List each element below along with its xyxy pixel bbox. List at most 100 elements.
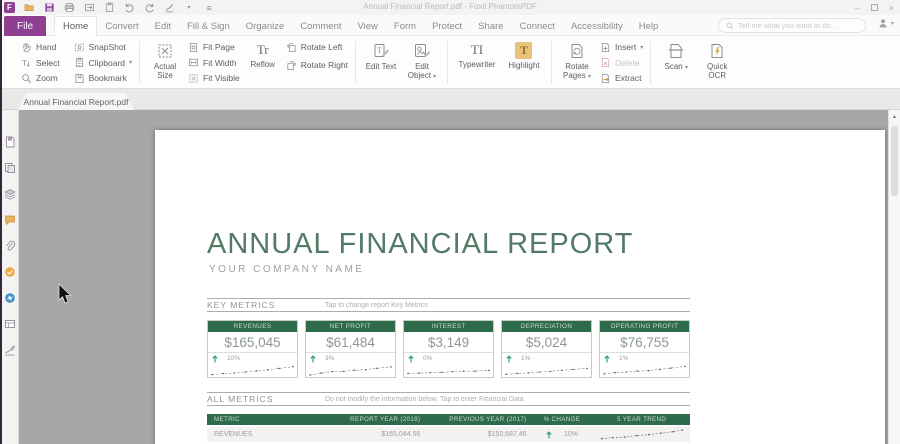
extract-pages-button[interactable]: Extract xyxy=(600,71,643,85)
clipboard-icon xyxy=(75,57,83,67)
chevron-down-icon: ▾ xyxy=(587,74,591,81)
row-metric: REVENUES xyxy=(214,431,253,438)
tab-fill-sign[interactable]: Fill & Sign xyxy=(179,16,238,36)
tab-home[interactable]: Home xyxy=(54,16,98,36)
attachments-panel-icon[interactable] xyxy=(4,240,16,252)
tab-view[interactable]: View xyxy=(350,16,386,36)
metric-cards: REVENUES $165,045 10% NET PROFIT $61,484… xyxy=(207,320,690,378)
metric-card-operating-profit[interactable]: OPERATING PROFIT $76,755 1% xyxy=(599,320,690,378)
scroll-up-button[interactable]: ▲ xyxy=(889,110,900,123)
quick-ocr-button[interactable]: Quick OCR xyxy=(699,39,735,86)
reflow-icon: Tr xyxy=(256,41,269,57)
metric-card-interest[interactable]: INTEREST $3,149 0% xyxy=(403,320,494,378)
insert-pages-button[interactable]: Insert ▾ xyxy=(600,40,643,54)
snapshot-icon xyxy=(74,43,84,51)
card-change: 3% xyxy=(325,355,335,362)
tab-edit[interactable]: Edit xyxy=(147,16,179,36)
ribbon-group-comment: TI Typewriter T Highlight xyxy=(448,39,551,86)
snapshot-button[interactable]: SnapShot xyxy=(74,40,132,54)
card-title: NET PROFIT xyxy=(306,321,395,332)
tab-comment[interactable]: Comment xyxy=(292,16,349,36)
table-header-row: METRIC REPORT YEAR (2018) PREVIOUS YEAR … xyxy=(207,414,690,425)
bookmark-button[interactable]: Bookmark xyxy=(74,71,132,85)
fit-visible-icon xyxy=(189,73,198,83)
edit-text-button[interactable]: T Edit Text xyxy=(363,39,399,86)
edit-text-icon: T xyxy=(374,44,389,57)
typewriter-button[interactable]: TI Typewriter xyxy=(455,39,499,86)
rotate-left-icon xyxy=(287,42,296,52)
fit-page-button[interactable]: Fit Page xyxy=(188,40,240,54)
rotate-pages-button[interactable]: Rotate Pages ▾ xyxy=(559,39,595,86)
card-value: $61,484 xyxy=(306,332,395,353)
tab-help[interactable]: Help xyxy=(631,16,667,36)
tab-protect[interactable]: Protect xyxy=(424,16,470,36)
all-metrics-header: ALL METRICS Do not modify the informatio… xyxy=(207,392,690,406)
svg-text:T: T xyxy=(377,46,382,55)
page-thumbnails-icon[interactable] xyxy=(4,162,16,174)
table-row[interactable]: REVENUES $165,044.56 $150,687.46 10% xyxy=(207,427,690,442)
tab-share[interactable]: Share xyxy=(470,16,511,36)
ribbon-group-clipboard: SnapShot Clipboard ▾ Bookmark xyxy=(67,39,139,86)
tab-convert[interactable]: Convert xyxy=(97,16,146,36)
bookmarks-panel-icon[interactable] xyxy=(4,136,16,148)
document-canvas[interactable]: ANNUAL FINANCIAL REPORT YOUR COMPANY NAM… xyxy=(19,110,888,444)
scan-button[interactable]: Scan ▾ xyxy=(658,39,694,86)
account-menu[interactable]: ▾ xyxy=(878,18,894,28)
fit-visible-button[interactable]: Fit Visible xyxy=(188,71,240,85)
card-title: INTEREST xyxy=(404,321,493,332)
sparkline-chart xyxy=(505,367,588,375)
tab-form[interactable]: Form xyxy=(386,16,424,36)
all-metrics-hint: Do not modify the information below. Tap… xyxy=(325,395,524,403)
edit-object-button[interactable]: Edit Object ▾ xyxy=(404,39,440,86)
vertical-scrollbar[interactable]: ▲ xyxy=(888,110,900,444)
actual-size-button[interactable]: Actual Size xyxy=(147,39,183,86)
up-arrow-icon xyxy=(310,354,316,362)
close-button[interactable]: × xyxy=(889,3,894,13)
document-tabbar: Annual Financial Report.pdf xyxy=(2,89,900,110)
connected-pdf-icon[interactable] xyxy=(4,266,16,278)
highlight-button[interactable]: T Highlight xyxy=(504,39,544,86)
document-tab-label: Annual Financial Report.pdf xyxy=(23,96,129,107)
tab-organize[interactable]: Organize xyxy=(238,16,293,36)
user-icon xyxy=(879,19,887,28)
metric-card-depreciation[interactable]: DEPRECIATION $5,024 1% xyxy=(501,320,592,378)
reflow-button[interactable]: Tr Reflow xyxy=(245,39,281,86)
ribbon-home: Hand T Select Zoom SnapShot Clipboard ▾ … xyxy=(2,36,900,89)
mouse-cursor xyxy=(58,284,72,304)
document-tab[interactable]: Annual Financial Report.pdf xyxy=(18,93,134,110)
typewriter-icon: TI xyxy=(470,41,484,57)
menubar: File Home Convert Edit Fill & Sign Organ… xyxy=(2,15,900,36)
metric-card-net-profit[interactable]: NET PROFIT $61,484 3% xyxy=(305,320,396,378)
maximize-button[interactable] xyxy=(870,4,878,11)
scrollbar-thumb[interactable] xyxy=(891,126,898,196)
fit-width-button[interactable]: Fit Width xyxy=(188,56,240,70)
tab-accessibility[interactable]: Accessibility xyxy=(563,16,631,36)
row-report-year: $165,044.56 xyxy=(381,431,421,438)
row-previous-year: $150,687.46 xyxy=(487,431,527,438)
clipboard-button[interactable]: Clipboard ▾ xyxy=(74,56,132,70)
zoom-tool-button[interactable]: Zoom xyxy=(21,71,60,85)
rotate-left-button[interactable]: Rotate Left xyxy=(286,40,348,54)
fields-panel-icon[interactable] xyxy=(4,318,16,330)
up-arrow-icon xyxy=(408,354,414,362)
rotate-pages-icon xyxy=(571,44,583,58)
card-title: DEPRECIATION xyxy=(502,321,591,332)
tab-connect[interactable]: Connect xyxy=(512,16,563,36)
comments-panel-icon[interactable] xyxy=(4,214,16,226)
up-arrow-icon xyxy=(506,354,512,362)
rotate-right-button[interactable]: Rotate Right xyxy=(286,58,348,72)
minimize-button[interactable]: – xyxy=(855,3,860,13)
metric-card-revenues[interactable]: REVENUES $165,045 10% xyxy=(207,320,298,378)
delete-pages-button: Delete xyxy=(600,56,643,70)
search-box[interactable] xyxy=(718,18,866,33)
select-tool-button[interactable]: T Select xyxy=(21,56,60,70)
sparkline-chart xyxy=(211,366,294,376)
card-change: 10% xyxy=(227,355,241,362)
hand-tool-button[interactable]: Hand xyxy=(21,40,60,54)
row-change: 10% xyxy=(563,431,578,438)
search-input[interactable] xyxy=(738,21,858,30)
shared-review-icon[interactable] xyxy=(4,292,16,304)
file-menu-button[interactable]: File xyxy=(4,16,47,36)
signatures-panel-icon[interactable] xyxy=(4,344,16,356)
layers-icon[interactable] xyxy=(4,188,16,200)
